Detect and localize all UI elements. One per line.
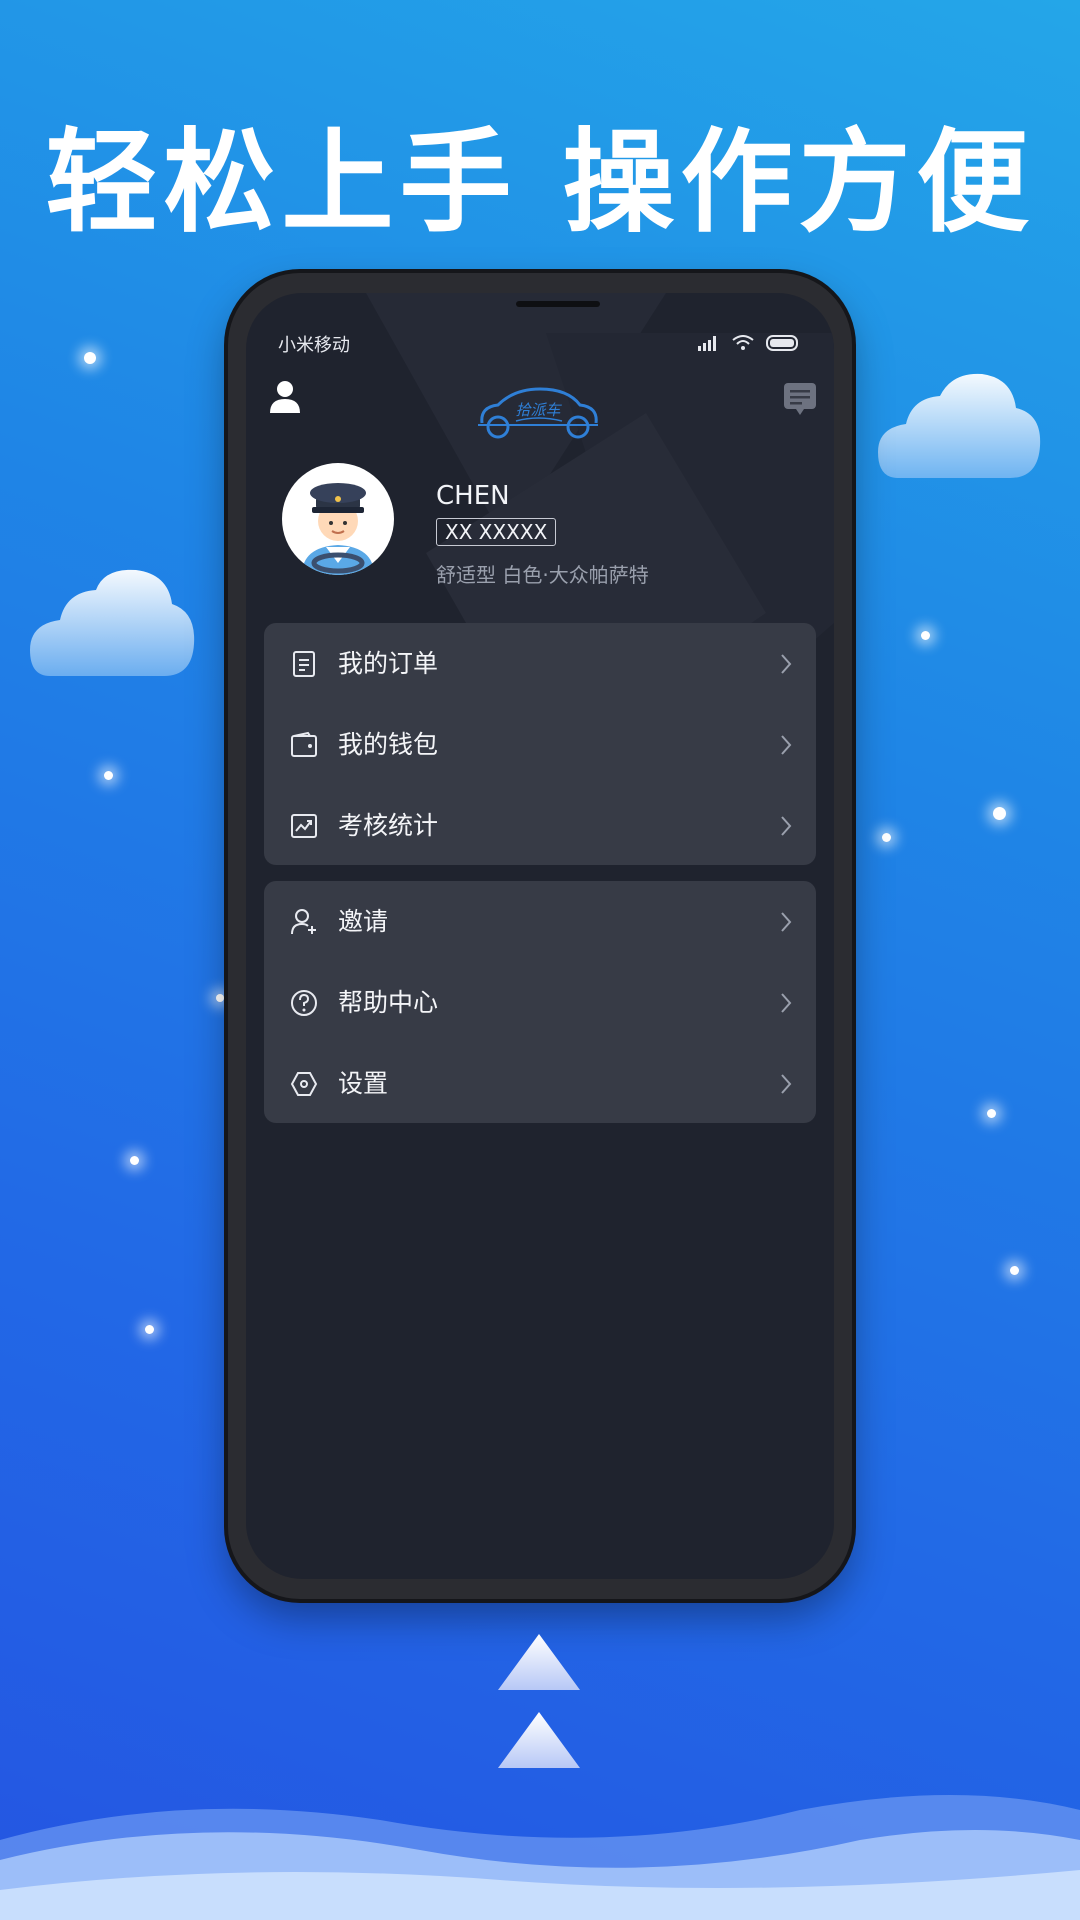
sparkle-decoration	[216, 994, 224, 1002]
sparkle-decoration	[84, 352, 96, 364]
menu-item-orders[interactable]: 我的订单	[264, 623, 816, 704]
chevron-right-icon	[781, 993, 792, 1013]
driver-illustration	[302, 483, 374, 575]
phone-screen: 小米移动 拾派车 CHEN XX XXXXX 舒适型 白色·大众帕萨特 我的订单…	[246, 293, 834, 1579]
swipe-up-arrow-icon	[498, 1712, 580, 1768]
menu-label: 考核统计	[338, 811, 439, 840]
license-plate: XX XXXXX	[436, 518, 557, 546]
cloud-decoration	[30, 569, 195, 676]
menu-label: 设置	[338, 1069, 389, 1098]
sparkle-decoration	[145, 1325, 154, 1334]
menu-label: 我的钱包	[338, 730, 439, 759]
invite-icon	[291, 909, 316, 935]
battery-icon	[766, 335, 798, 351]
sparkle-decoration	[1010, 1266, 1019, 1275]
menu-item-stats[interactable]: 考核统计	[264, 785, 816, 866]
wifi-icon	[732, 335, 754, 350]
sparkle-decoration	[987, 1109, 996, 1118]
chevron-right-icon	[781, 654, 792, 674]
status-bar: 小米移动	[278, 331, 800, 361]
signal-icon	[698, 336, 716, 351]
driver-avatar[interactable]	[282, 463, 394, 575]
car-info: 舒适型 白色·大众帕萨特	[436, 563, 649, 587]
logo-text: 拾派车	[515, 401, 562, 419]
chevron-right-icon	[781, 1074, 792, 1094]
help-icon	[291, 990, 317, 1016]
settings-icon	[290, 1072, 318, 1096]
chevron-right-icon	[781, 816, 792, 836]
promo-headline: 轻松上手 操作方便	[45, 118, 1035, 248]
menu-item-settings[interactable]: 设置	[264, 1043, 816, 1124]
menu-card-secondary: 邀请 帮助中心 设置	[264, 881, 816, 1123]
phone-notch	[516, 301, 600, 307]
menu-label: 我的订单	[338, 649, 439, 678]
phone-mockup: 小米移动 拾派车 CHEN XX XXXXX 舒适型 白色·大众帕萨特 我的订单…	[228, 273, 852, 1599]
sparkle-decoration	[921, 631, 930, 640]
message-icon[interactable]	[782, 381, 818, 417]
wave-decoration	[0, 1795, 1080, 1920]
swipe-up-arrow-icon	[498, 1634, 580, 1690]
menu-card-primary: 我的订单 我的钱包 考核统计	[264, 623, 816, 865]
carrier-name: 小米移动	[278, 335, 350, 356]
sparkle-decoration	[104, 771, 113, 780]
stats-icon	[291, 814, 317, 838]
menu-item-invite[interactable]: 邀请	[264, 881, 816, 962]
sparkle-decoration	[130, 1156, 139, 1165]
order-icon	[293, 651, 315, 677]
sparkle-decoration	[882, 833, 891, 842]
chevron-right-icon	[781, 735, 792, 755]
menu-item-wallet[interactable]: 我的钱包	[264, 704, 816, 785]
app-logo: 拾派车	[478, 387, 598, 439]
menu-label: 邀请	[338, 907, 389, 936]
user-profile-icon[interactable]	[268, 379, 302, 415]
wallet-icon	[291, 731, 317, 757]
cloud-decoration	[878, 373, 1041, 478]
driver-name: CHEN	[436, 481, 510, 511]
sparkle-decoration	[993, 807, 1006, 820]
menu-label: 帮助中心	[338, 988, 439, 1017]
chevron-right-icon	[781, 912, 792, 932]
menu-item-help[interactable]: 帮助中心	[264, 962, 816, 1043]
